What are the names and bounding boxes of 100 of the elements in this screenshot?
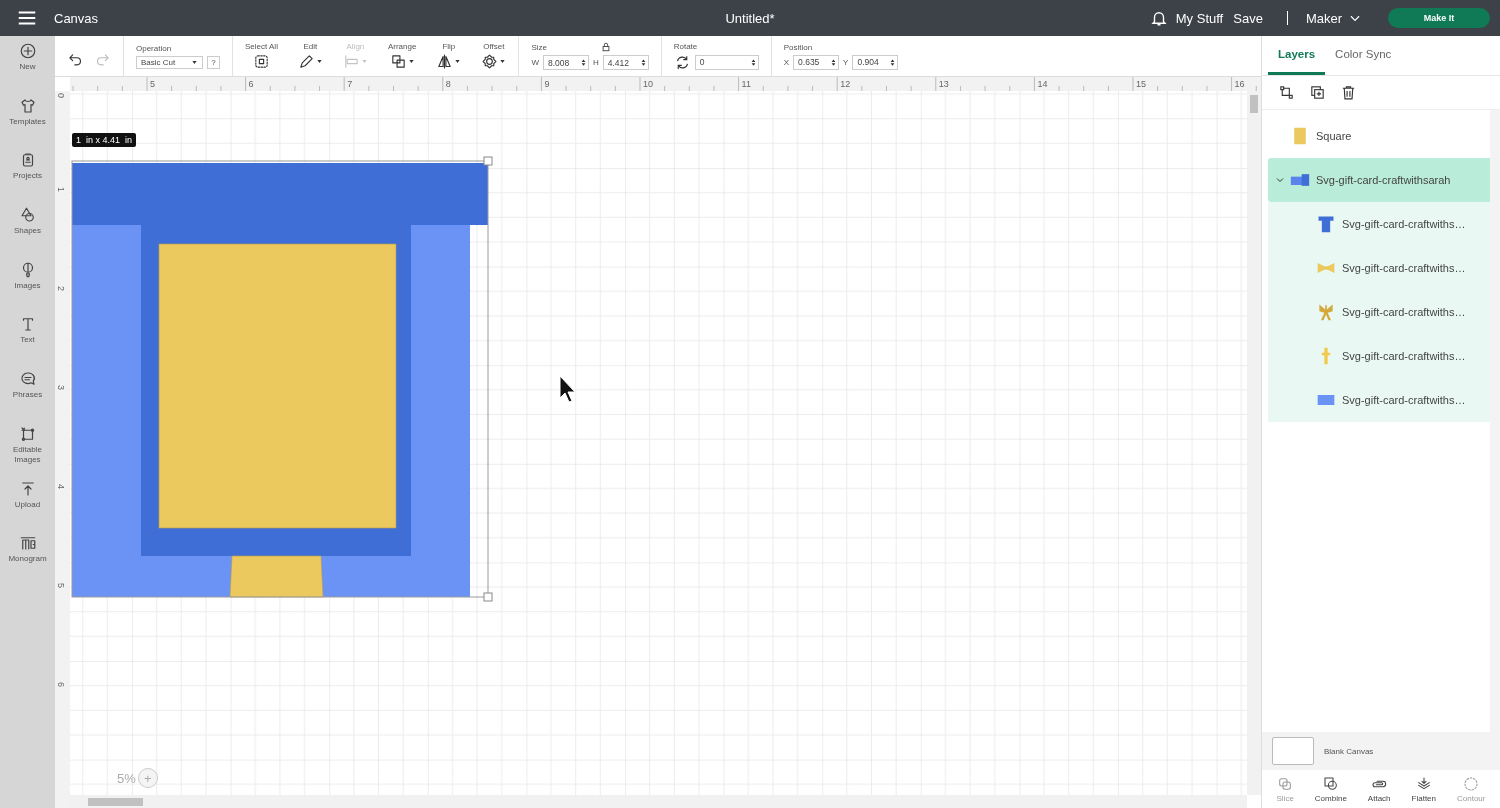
ruler-label: 13 [938,79,949,89]
layer-name: Svg-gift-card-craftwiths… [1342,218,1466,230]
slice-icon [1277,775,1294,792]
ruler-label: 12 [840,79,851,89]
height-label: H [592,58,599,67]
position-label: Position [783,42,814,52]
caret-icon [315,58,323,65]
layer-name: Svg-gift-card-craftwiths… [1342,350,1466,362]
layer-name: Square [1316,130,1352,142]
ruler-label: 6 [56,682,66,687]
sidebar-item[interactable]: Upload [0,479,55,535]
sidebar-item[interactable]: Templates [0,96,55,152]
header-link[interactable]: Save [1233,10,1263,26]
rotate-label: Rotate [673,41,699,51]
caret-icon [407,58,415,65]
align-icon [342,53,360,70]
ruler-label: 1 [56,187,66,192]
layer-action-button[interactable]: Attach [1367,775,1391,803]
caret-icon [360,58,368,65]
edit-nodes-icon [18,424,37,443]
operation-dropdown[interactable]: Basic Cut [136,55,203,69]
ruler-label: 3 [56,385,66,390]
sidebar-item[interactable]: Phrases [0,370,55,425]
layer-action-button[interactable]: Flatten [1411,775,1436,803]
mouse-cursor-icon [559,375,576,403]
caret-icon [191,58,198,66]
caret-icon [454,58,462,65]
blank-canvas-label: Blank Canvas [1324,746,1374,756]
tool-button[interactable] [297,53,323,70]
tool-label: Offset [483,42,505,51]
spinner-icon [750,57,756,67]
tool-label: Arrange [387,42,417,51]
width-label: W [531,58,539,67]
size-tooltip: 1 in x 4.41 in [72,133,137,147]
sidebar-item[interactable]: Projects [0,151,55,207]
sidebar-item[interactable]: Monogram [0,534,55,589]
zoom-level: 5% [117,770,136,786]
ruler-label: 16 [1234,79,1245,89]
tool-label: Align [346,42,365,51]
height-field[interactable]: 4.412 [602,55,649,70]
combine-icon [1322,775,1339,792]
layer-name: Svg-gift-card-craftwiths… [1342,394,1466,406]
sidebar-item[interactable]: Shapes [0,206,55,261]
header-link[interactable]: My Stuff [1175,10,1224,26]
tool-button[interactable] [481,53,507,70]
spinner-icon [890,57,896,67]
rotate-field[interactable]: 0 [694,54,759,70]
ruler-label: 8 [445,79,451,89]
selected-gift-card-drawing[interactable] [71,156,493,602]
operation-label: Operation [136,43,173,53]
lock-icon[interactable] [600,42,611,52]
flip-icon [436,53,454,70]
ruler-label: 2 [56,286,66,291]
width-field[interactable]: 8.008 [542,55,589,70]
layer-action-button[interactable]: Combine [1314,775,1347,803]
pencil-icon [297,53,315,70]
x-position-field[interactable]: 0.635 [793,54,840,70]
vertical-scrollbar[interactable] [1247,91,1261,795]
tool-label: Edit [303,42,318,51]
ruler-label: 11 [741,79,751,89]
select-all-icon [252,53,270,70]
blank-canvas-swatch[interactable] [1272,737,1314,765]
tool-label: Select All [245,42,278,51]
ruler-label: 4 [56,484,66,489]
ruler-label: 15 [1136,79,1146,89]
ruler-label: 5 [150,79,155,89]
ruler-label: 10 [643,79,653,89]
tool-button[interactable] [436,53,462,70]
y-position-field[interactable]: 0.904 [852,54,899,70]
panel-tab[interactable]: Layers [1268,36,1326,75]
tool-button[interactable] [389,53,415,70]
layer-name: Svg-gift-card-craftwithsarah [1316,174,1451,186]
make-it-button[interactable]: Make It [1388,8,1490,28]
tool-label: Flip [442,42,456,51]
x-label: X [783,57,790,67]
arrange-icon [389,53,407,70]
contour-icon [1463,775,1480,792]
sidebar-item[interactable]: New [0,42,55,97]
tool-button[interactable] [252,53,270,70]
sidebar-item[interactable]: Text [0,315,55,371]
plus-circle-icon [18,42,37,60]
bell-icon[interactable] [1149,9,1168,27]
machine-dropdown[interactable]: Maker [1305,10,1362,26]
spinner-icon [640,58,646,67]
sidebar-item[interactable]: Images [0,260,55,316]
ruler-label: 5 [56,583,66,588]
size-label: Size [531,42,547,52]
panel-tab[interactable]: Color Sync [1325,36,1402,75]
offset-icon [481,53,499,70]
ruler-label: 14 [1037,79,1048,89]
sidebar-item[interactable]: Editable Images [0,424,55,480]
layer-name: Svg-gift-card-craftwiths… [1342,262,1466,274]
caret-icon [499,58,507,65]
duplicate-icon[interactable] [1309,84,1326,101]
delete-icon[interactable] [1340,84,1357,101]
y-label: Y [843,57,849,67]
panel-scrollbar[interactable] [1490,110,1500,732]
ruler-label: 6 [248,79,254,89]
help-button[interactable]: ? [207,55,220,69]
horizontal-scrollbar[interactable] [70,795,1247,808]
